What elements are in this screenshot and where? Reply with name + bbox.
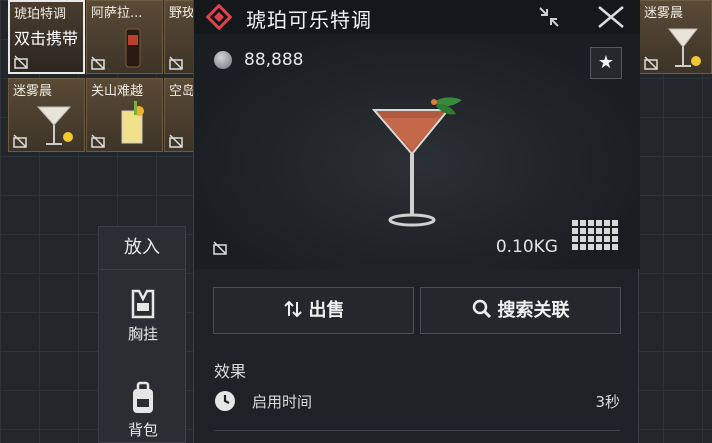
chest-rig-label: 胸挂 [127,325,158,343]
sell-label: 出售 [308,300,345,321]
cell-name: 野玫 [169,6,194,21]
inventory-cell-mountain-pass[interactable]: 关山难越 [86,78,163,152]
martini-glass-icon [36,106,73,145]
item-weight: 0.10KG [495,237,558,257]
drink-bottle-icon [125,28,141,68]
inventory-cell-sky-island[interactable]: 空岛 [164,78,194,152]
bind-lock-icon [91,134,105,148]
clock-icon [215,391,235,411]
bind-lock-icon [644,56,658,70]
inventory-cell-amber-special[interactable]: 琥珀特调 双击携带 [8,0,85,74]
backpack-label: 背包 [127,421,158,439]
martini-glass-icon [667,28,701,67]
chest-rig-icon [131,289,155,319]
effect-row: 启用时间 3秒 [214,390,620,414]
cell-name: 琥珀特调 [14,7,67,22]
item-price: 88,888 [244,50,304,70]
favorite-star-button[interactable]: ★ [590,47,622,79]
item-size-grid-icon [572,220,618,250]
search-related-button[interactable]: 搜索关联 [420,287,621,334]
effect-label: 启用时间 [252,393,313,411]
sell-arrows-icon [283,300,302,318]
bind-lock-icon [213,241,227,255]
effect-value: 3秒 [595,393,620,411]
item-title: 琥珀可乐特调 [246,8,372,32]
bind-lock-icon [91,56,105,70]
bind-lock-icon [169,134,183,148]
bind-lock-icon [169,56,183,70]
sell-button[interactable]: 出售 [213,287,414,334]
chest-rig-slot[interactable]: 胸挂 [99,289,187,344]
effect-heading: 效果 [214,362,247,381]
bind-lock-icon [13,134,27,148]
put-in-panel: 放入 胸挂 背包 [98,226,186,443]
put-in-button[interactable]: 放入 [99,227,185,270]
panel-header: 琥珀可乐特调 [194,0,640,34]
currency-coin-icon [214,51,232,69]
inventory-cell-misty-morning-right[interactable]: 迷雾晨 [639,0,712,74]
close-icon[interactable] [596,2,626,32]
inventory-cell-wild-rose[interactable]: 野玫 [164,0,194,74]
search-related-label: 搜索关联 [497,300,570,321]
minimize-icon[interactable] [534,2,564,32]
cell-name: 空岛 [169,84,194,99]
backpack-slot[interactable]: 背包 [99,381,187,440]
item-detail-panel: 琥珀可乐特调 88,888 ★ 0.10KG 出售 搜索关联 效果 启用时间 3… [193,0,640,443]
bind-lock-icon [14,55,28,69]
divider [214,430,620,431]
item-quality-diamond-icon [206,4,232,30]
inventory-cell-misty-morning[interactable]: 迷雾晨 [8,78,85,152]
cocktail-image [371,97,462,227]
inventory-cell-asala[interactable]: 阿萨拉... [86,0,163,74]
item-preview-area: 88,888 ★ 0.10KG [194,34,640,269]
backpack-icon [133,381,153,413]
search-icon [472,299,491,319]
double-click-carry-hint: 双击携带 [14,29,79,48]
highball-glass-icon [121,101,144,144]
